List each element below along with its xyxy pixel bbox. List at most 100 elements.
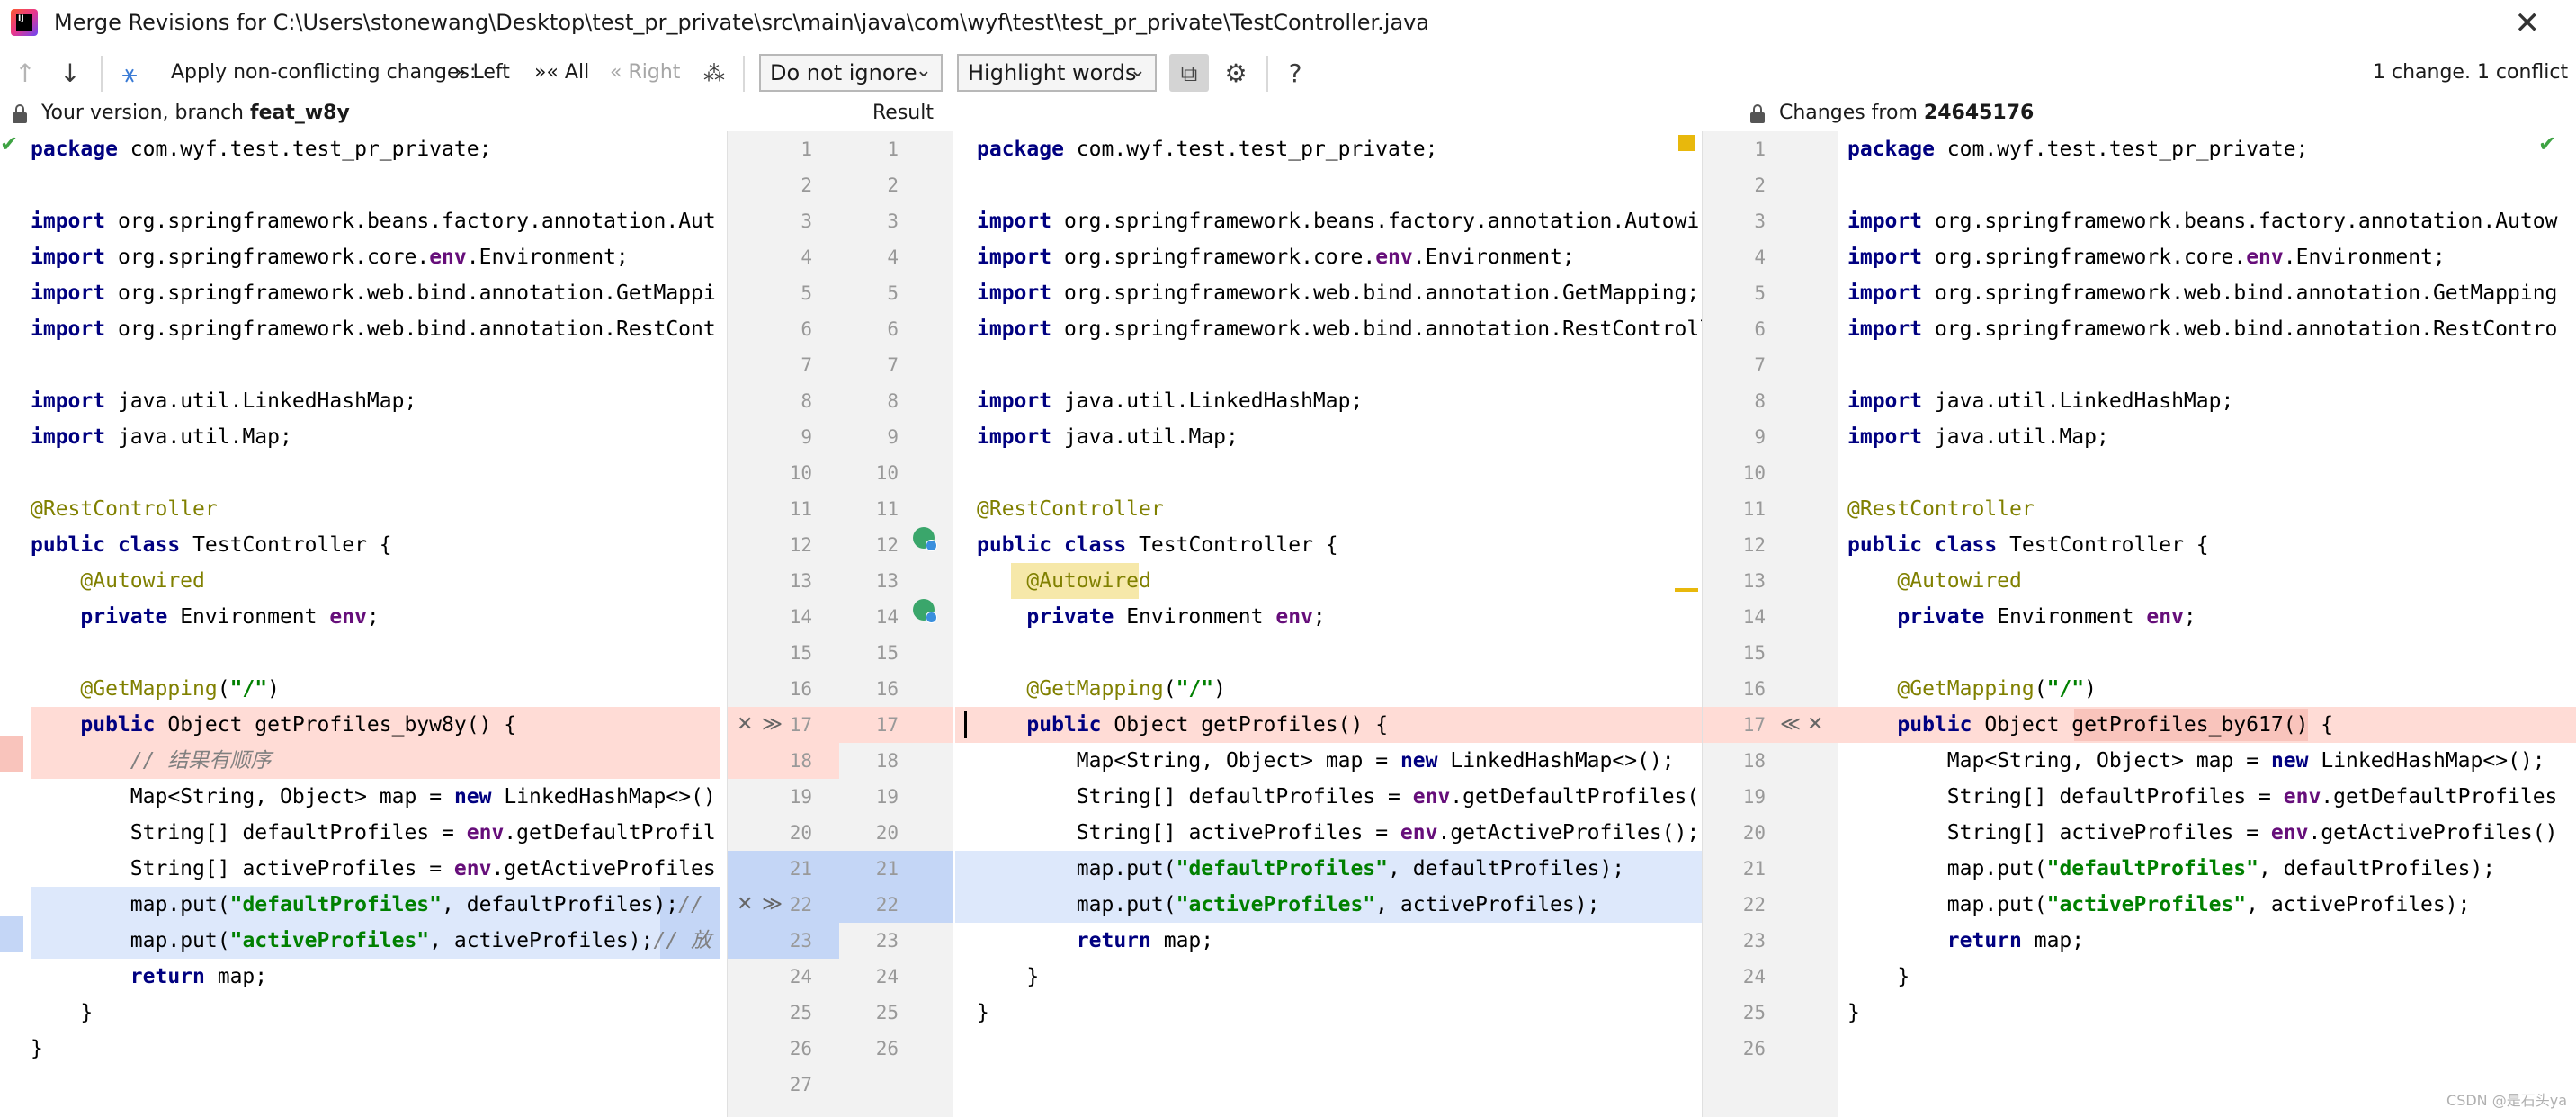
line-number: 10 <box>875 462 899 484</box>
watermark: CSDN @是石头ya <box>2446 1092 2567 1109</box>
code-line: return map; <box>1076 929 1214 952</box>
merge-editor: ✔ package com.wyf.test.test_pr_private; i… <box>0 131 2576 1117</box>
warning-badge-icon[interactable] <box>1678 135 1695 151</box>
reject-left-change-button[interactable]: ✕ <box>737 887 753 923</box>
logo-text: IJ <box>16 14 32 31</box>
reject-right-change-button[interactable]: ✕ <box>1807 707 1823 743</box>
line-number: 19 <box>875 786 899 808</box>
code-line: @Autowired <box>1897 569 2022 593</box>
close-icon[interactable]: ✕ <box>2515 5 2541 41</box>
line-number: 2 <box>801 174 812 196</box>
apply-left-button[interactable]: » Left <box>454 61 510 84</box>
line-number: 8 <box>1754 390 1766 412</box>
spring-bean-icon[interactable] <box>913 599 937 623</box>
apply-all-button[interactable]: »« All <box>534 61 589 84</box>
code-line: return map; <box>1946 929 2085 952</box>
code-line: import org.springframework.web.bind.anno… <box>1847 317 2558 341</box>
code-line: import org.springframework.core.env.Envi… <box>31 246 629 269</box>
line-number: 6 <box>887 318 899 340</box>
line-number: 15 <box>789 642 812 664</box>
line-number: 24 <box>789 966 812 987</box>
highlight-mode-select[interactable]: Highlight words ⌄ <box>957 54 1157 92</box>
code-line: @GetMapping("/") <box>1897 677 2097 701</box>
code-line: @RestController <box>31 497 218 521</box>
code-line: } <box>31 1037 43 1060</box>
code-line: import java.util.LinkedHashMap; <box>31 389 417 413</box>
code-line: map.put("defaultProfiles", defaultProfil… <box>130 893 703 916</box>
apply-right-change-button[interactable]: ≪ <box>1780 707 1801 743</box>
left-header-prefix: Your version, branch <box>41 102 244 124</box>
right-editor-pane[interactable]: ✔ package com.wyf.test.test_pr_private; i… <box>1838 131 2576 1117</box>
code-line: import java.util.Map; <box>977 425 1239 449</box>
code-line: import java.util.LinkedHashMap; <box>977 389 1364 413</box>
code-line: String[] defaultProfiles = env.getDefaul… <box>1076 785 1702 809</box>
left-editor-pane[interactable]: ✔ package com.wyf.test.test_pr_private;i… <box>0 131 727 1117</box>
code-line: String[] activeProfiles = env.getActiveP… <box>130 857 716 880</box>
conflict-marker <box>0 736 23 772</box>
text-cursor <box>964 711 967 738</box>
line-number: 19 <box>1742 786 1766 808</box>
gear-icon[interactable]: ⚙ <box>1220 58 1252 90</box>
magic-wand-icon[interactable]: ⁂ <box>698 58 730 90</box>
line-number: 25 <box>875 1002 899 1023</box>
result-panel-title: Result <box>872 102 934 124</box>
checkmark-icon: ✔ <box>0 131 19 156</box>
reject-left-change-button[interactable]: ✕ <box>737 707 753 743</box>
line-number: 12 <box>1742 534 1766 556</box>
arrow-up-icon[interactable]: ↑ <box>9 58 41 90</box>
toolbar-separator <box>1266 56 1268 92</box>
code-line: String[] defaultProfiles = env.getDefaul… <box>130 821 716 844</box>
line-number: 10 <box>789 462 812 484</box>
code-line: import java.util.Map; <box>31 425 292 449</box>
line-number: 16 <box>789 678 812 700</box>
spring-bean-icon[interactable] <box>913 527 937 551</box>
apply-left-change-button[interactable]: ≫ <box>762 887 783 923</box>
line-number: 2 <box>887 174 899 196</box>
change-status: 1 change. 1 conflict <box>2373 61 2569 84</box>
line-number: 3 <box>1754 210 1766 232</box>
code-line: Map<String, Object> map = new LinkedHash… <box>1076 749 1675 773</box>
line-number: 11 <box>875 498 899 520</box>
code-line: map.put("activeProfiles", activeProfiles… <box>1076 893 1600 916</box>
double-chevron-left-icon: « <box>610 61 622 84</box>
left-panel-title: Your version, branch feat_w8y <box>41 102 350 124</box>
apply-right-button[interactable]: « Right <box>610 61 680 84</box>
apply-left-change-button[interactable]: ≫ <box>762 707 783 743</box>
line-number: 14 <box>789 606 812 628</box>
line-number: 20 <box>1742 822 1766 844</box>
result-right-gutter: 1 2 3 4 5 6 7 8 9 10 11 12 13 14 15 16 17 18 19 20 21 22 23 24 2… <box>1702 131 1838 1117</box>
line-number: 16 <box>1742 678 1766 700</box>
code-line: // 结果有顺序 <box>130 749 272 773</box>
line-number: 8 <box>801 390 812 412</box>
line-number: 25 <box>789 1002 812 1023</box>
arrow-down-icon[interactable]: ↓ <box>54 58 86 90</box>
help-icon[interactable]: ? <box>1279 58 1311 90</box>
code-line: import org.springframework.beans.factory… <box>977 210 1702 233</box>
line-number: 4 <box>801 246 812 268</box>
line-number: 7 <box>1754 354 1766 376</box>
line-number: 13 <box>789 570 812 592</box>
line-number: 26 <box>1742 1038 1766 1059</box>
code-line: package com.wyf.test.test_pr_private; <box>31 138 492 161</box>
line-number: 23 <box>1742 930 1766 952</box>
left-header-branch: feat_w8y <box>250 102 350 124</box>
window-title: Merge Revisions for C:\Users\stonewang\D… <box>54 10 1430 35</box>
code-line: import org.springframework.beans.factory… <box>1847 210 2558 233</box>
code-line: @GetMapping("/") <box>1026 677 1226 701</box>
ignore-whitespace-select[interactable]: Do not ignore ⌄ <box>759 54 943 92</box>
result-editor-pane[interactable]: package com.wyf.test.test_pr_private; imp… <box>955 131 1702 1117</box>
line-number: 11 <box>1742 498 1766 520</box>
code-line: import org.springframework.beans.factory… <box>31 210 716 233</box>
columns-icon: ⧉ <box>1180 59 1198 86</box>
line-number: 24 <box>1742 966 1766 987</box>
line-number: 2 <box>1754 174 1766 196</box>
code-line: map.put("activeProfiles", activeProfiles… <box>1946 893 2471 916</box>
code-line: @RestController <box>977 497 1164 521</box>
apply-all-icon[interactable]: ⚹ <box>113 58 146 90</box>
sync-scroll-toggle[interactable]: ⧉ <box>1169 54 1209 92</box>
code-line: private Environment env; <box>80 605 380 629</box>
code-line: return map; <box>130 965 268 988</box>
line-number: 21 <box>789 858 812 880</box>
line-number: 9 <box>887 426 899 448</box>
ignore-select-value: Do not ignore <box>770 60 917 85</box>
